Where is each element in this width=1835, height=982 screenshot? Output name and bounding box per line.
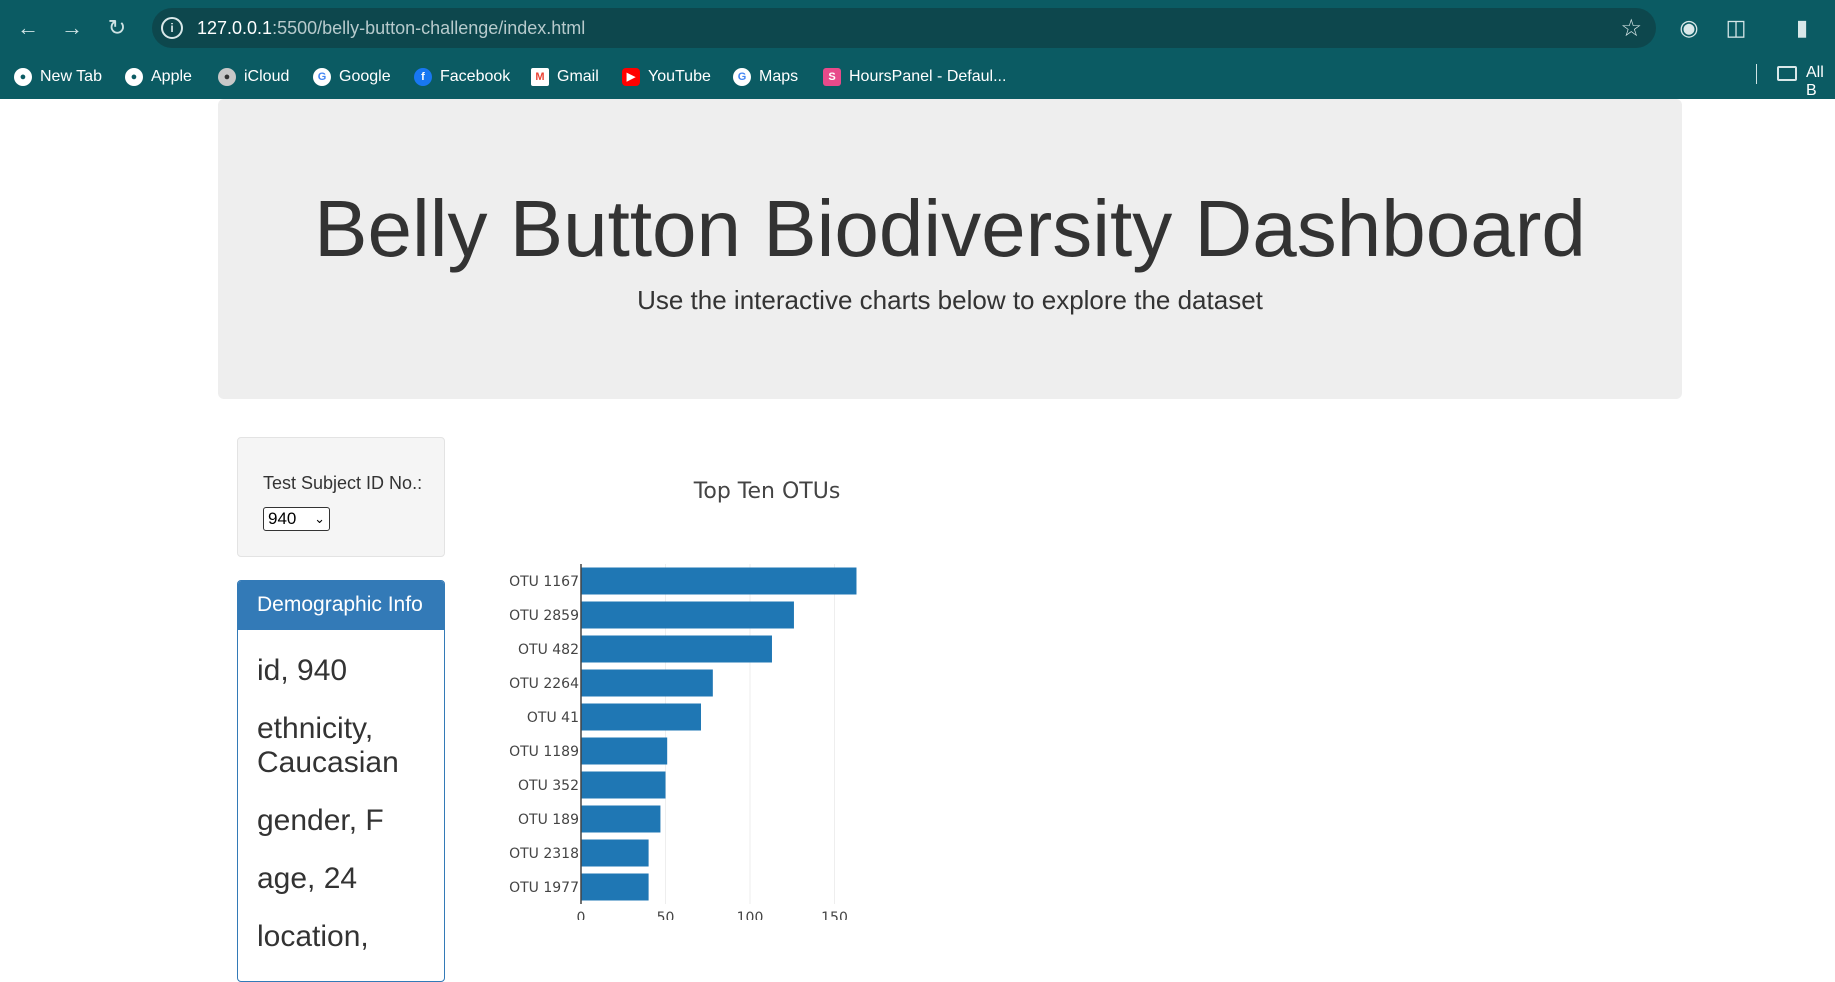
bar	[581, 839, 649, 867]
bookmark-icloud[interactable]: ● iCloud	[218, 65, 289, 89]
bookmark-gmail[interactable]: M Gmail	[531, 65, 599, 89]
all-bookmarks-link[interactable]: All B	[1806, 64, 1835, 100]
demographic-item: gender, F	[257, 804, 384, 837]
subject-id-value: 940	[268, 509, 297, 528]
facebook-icon: f	[414, 68, 432, 86]
chart-title: Top Ten OTUs	[693, 479, 841, 504]
x-tick-label: 50	[657, 910, 675, 920]
bookmark-apple[interactable]: ● Apple	[125, 65, 192, 89]
bar	[581, 669, 713, 697]
bookmark-star-icon[interactable]: ☆	[1620, 14, 1642, 43]
bookmark-youtube[interactable]: ▶ YouTube	[622, 65, 711, 89]
reload-icon[interactable]: ↻	[101, 12, 133, 44]
bookmark-hourspanel[interactable]: S HoursPanel - Defaul...	[823, 65, 1006, 89]
extensions-icon[interactable]: ◫	[1720, 12, 1752, 44]
y-tick-label: OTU 2859	[509, 608, 579, 624]
bookmark-google[interactable]: G Google	[313, 65, 391, 89]
youtube-icon: ▶	[622, 68, 640, 86]
y-tick-label: OTU 482	[518, 642, 579, 658]
demographic-heading: Demographic Info	[238, 581, 444, 630]
address-bar[interactable]: i 127.0.0.1:5500/belly-button-challenge/…	[152, 8, 1656, 48]
globe-icon: ●	[125, 68, 143, 86]
bookmark-maps[interactable]: G Maps	[733, 65, 798, 89]
demographic-item: location,	[257, 920, 369, 953]
demographic-item: ethnicity, Caucasian	[257, 712, 399, 779]
forward-icon[interactable]: →	[56, 12, 88, 44]
bar	[581, 601, 794, 629]
demographic-item: id, 940	[257, 654, 348, 687]
side-panel-icon[interactable]: ▮	[1786, 12, 1818, 44]
subject-id-label: Test Subject ID No.:	[263, 473, 423, 493]
browser-toolbar: ← → ↻ i 127.0.0.1:5500/belly-button-chal…	[0, 0, 1835, 56]
subject-selector-well: Test Subject ID No.: 940 ⌄	[237, 437, 445, 557]
bar	[581, 737, 668, 765]
globe-icon: ●	[14, 68, 32, 86]
subject-id-select[interactable]: 940 ⌄	[263, 507, 330, 531]
y-tick-label: OTU 1189	[509, 744, 579, 760]
hourspanel-icon: S	[823, 68, 841, 86]
bookmarks-bar: ● New Tab ● Apple ● iCloud G Google f Faceboo…	[0, 56, 1835, 99]
x-tick-label: 0	[577, 910, 586, 920]
apple-icon: ●	[218, 68, 236, 86]
bar	[581, 567, 857, 595]
bookmark-new-tab[interactable]: ● New Tab	[14, 65, 102, 89]
bar	[581, 805, 661, 833]
site-info-icon[interactable]: i	[161, 17, 183, 39]
google-icon: G	[733, 68, 751, 86]
chevron-down-icon: ⌄	[314, 511, 325, 526]
folder-icon[interactable]	[1777, 66, 1797, 81]
x-tick-label: 150	[821, 910, 848, 920]
x-tick-label: 100	[737, 910, 764, 920]
page-title: Belly Button Biodiversity Dashboard	[314, 184, 1586, 273]
bar	[581, 873, 649, 901]
bookmarks-divider	[1756, 64, 1757, 84]
bar	[581, 771, 666, 799]
y-tick-label: OTU 189	[518, 812, 579, 828]
bookmark-facebook[interactable]: f Facebook	[414, 65, 510, 89]
y-tick-label: OTU 41	[527, 710, 579, 726]
url-text: 127.0.0.1:5500/belly-button-challenge/in…	[197, 18, 586, 38]
demographic-panel: Demographic Info id, 940 ethnicity, Cauc…	[237, 580, 445, 982]
google-icon: G	[313, 68, 331, 86]
back-icon[interactable]: ←	[12, 12, 44, 44]
y-tick-label: OTU 2264	[509, 676, 579, 692]
y-tick-label: OTU 1977	[509, 880, 579, 896]
gmail-icon: M	[531, 68, 549, 86]
translate-icon[interactable]: ◉	[1673, 12, 1705, 44]
y-tick-label: OTU 2318	[509, 846, 579, 862]
bar	[581, 703, 701, 731]
demographic-body: id, 940 ethnicity, Caucasian gender, F a…	[238, 630, 444, 981]
page-subtitle: Use the interactive charts below to expl…	[637, 285, 1263, 315]
top-ten-otus-chart: Top Ten OTUs 0 50 100 150 OTU 1167 OTU 2859 OTU…	[509, 479, 857, 920]
y-tick-label: OTU 352	[518, 778, 579, 794]
bar	[581, 635, 772, 663]
demographic-item: age, 24	[257, 862, 358, 895]
y-tick-label: OTU 1167	[509, 574, 579, 590]
header-jumbotron: Belly Button Biodiversity Dashboard Use …	[218, 99, 1682, 399]
